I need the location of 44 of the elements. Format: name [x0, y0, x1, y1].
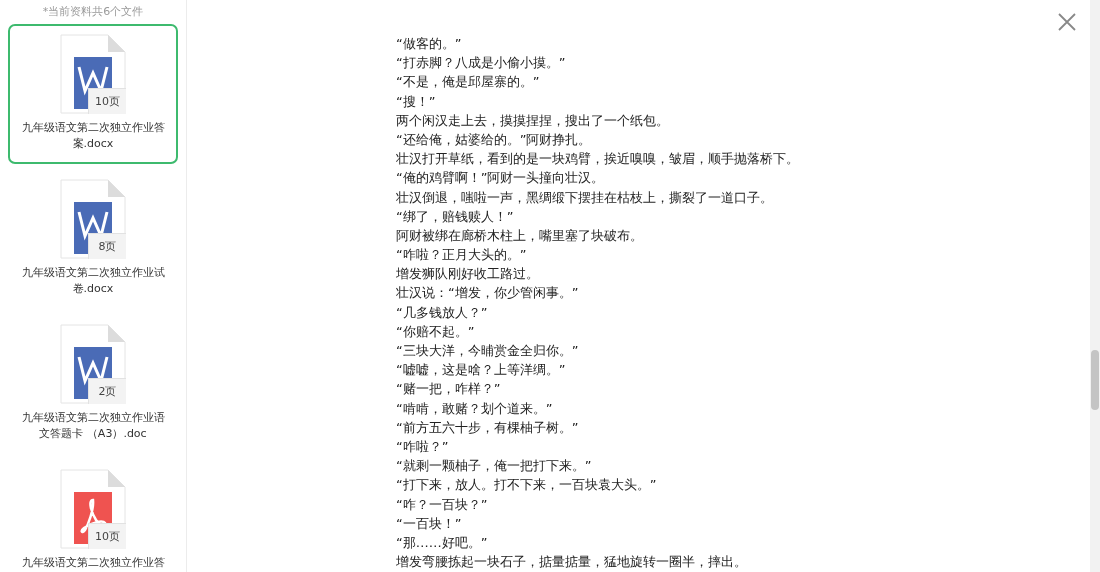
text-line: 壮汉打开草纸，看到的是一块鸡臂，挨近嗅嗅，皱眉，顺手抛落桥下。	[396, 151, 799, 167]
file-name: 九年级语文第二次独立作业答	[20, 555, 166, 571]
file-name: 九年级语文第二次独立作业答案.docx	[20, 120, 166, 152]
text-line: 增发狮队刚好收工路过。	[396, 266, 539, 282]
file-count-label: *当前资料共6个文件	[42, 5, 144, 18]
file-name: 九年级语文第二次独立作业语文答题卡 （A3）.doc	[20, 410, 166, 442]
text-line: “嘘嘘，这是啥？上等洋绸。”	[396, 362, 566, 378]
text-line: “你赔不起。”	[396, 323, 475, 339]
text-line: “咋啦？正月大头的。”	[396, 247, 527, 263]
file-card[interactable]: 10页 九年级语文第二次独立作业答案.docx	[8, 24, 178, 164]
text-line: “啃啃，敢赌？划个道来。”	[396, 400, 553, 416]
page-count: 8页	[88, 233, 126, 259]
text-line: “前方五六十步，有棵柚子树。”	[396, 419, 579, 435]
text-line: “一百块！”	[396, 515, 462, 531]
scrollbar[interactable]	[1090, 0, 1100, 572]
text-line: “赌一把，咋样？”	[396, 381, 501, 397]
text-line: “不是，俺是邱屋寨的。”	[396, 74, 540, 90]
text-line: “打赤脚？八成是小偷小摸。”	[396, 55, 566, 71]
text-line: 壮汉说：“增发，你少管闲事。”	[396, 285, 579, 301]
text-line: 阿财被绑在廊桥木柱上，嘴里塞了块破布。	[396, 227, 643, 243]
text-line: “打下来，放人。打不下来，一百块袁大头。”	[396, 477, 657, 493]
text-line: 增发弯腰拣起一块石子，掂量掂量，猛地旋转一圈半，摔出。	[396, 554, 747, 570]
text-line: “几多钱放人？”	[396, 304, 488, 320]
text-line: “三块大洋，今晡赏金全归你。”	[396, 343, 579, 358]
file-card[interactable]: 2页 九年级语文第二次独立作业语文答题卡 （A3）.doc	[8, 314, 178, 454]
page-count: 10页	[88, 523, 126, 549]
close-icon[interactable]	[1058, 13, 1076, 31]
text-line: 两个闲汉走上去，摸摸捏捏，搜出了一个纸包。	[396, 112, 669, 128]
file-card[interactable]: 8页 九年级语文第二次独立作业试卷.docx	[8, 169, 178, 309]
text-line: 壮汉倒退，嗤啦一声，黑绸缎下摆挂在枯枝上，撕裂了一道口子。	[396, 189, 773, 205]
page-count: 10页	[88, 88, 126, 114]
text-line: “就剩一颗柚子，俺一把打下来。”	[396, 458, 592, 474]
text-line: “绑了，赔钱赎人！”	[396, 208, 514, 224]
file-name: 九年级语文第二次独立作业试卷.docx	[20, 265, 166, 297]
text-line: “咋？一百块？”	[396, 496, 488, 512]
scrollbar-thumb[interactable]	[1091, 350, 1099, 410]
text-line: “搜！”	[396, 93, 436, 109]
text-line: “俺的鸡臂啊！”阿财一头撞向壮汉。	[396, 170, 605, 186]
text-line: “咋啦？”	[396, 438, 449, 454]
text-line: “还给俺，姑婆给的。”阿财挣扎。	[396, 131, 592, 147]
text-line: “那……好吧。”	[396, 534, 488, 550]
file-card[interactable]: 10页 九年级语文第二次独立作业答	[8, 459, 178, 572]
page-count: 2页	[88, 378, 126, 404]
text-line: “做客的。”	[396, 36, 462, 51]
